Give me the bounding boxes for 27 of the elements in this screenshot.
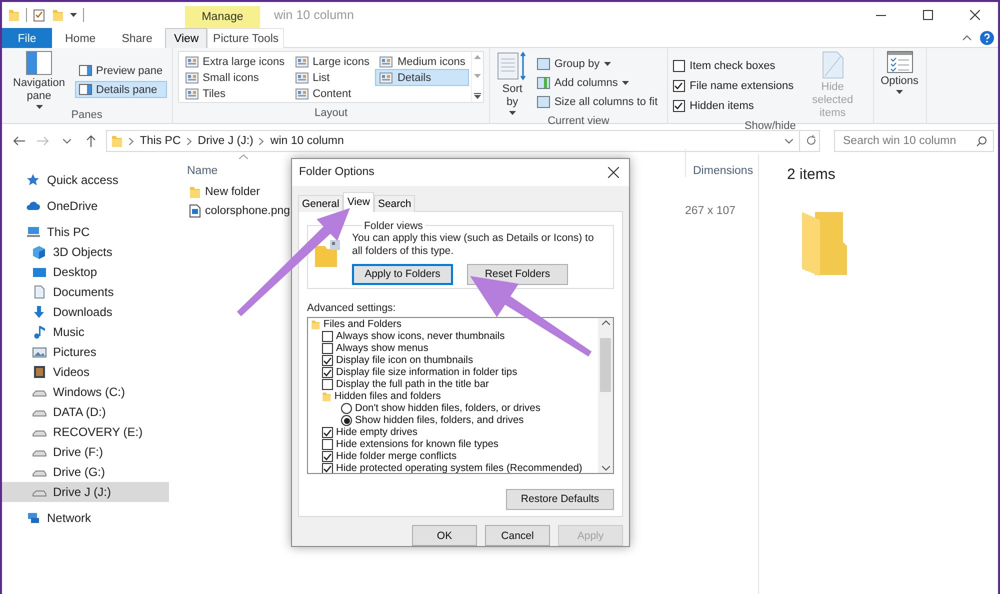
setting-label: Hide empty drives [336,427,418,438]
setting-label: Display the full path in the title bar [336,379,489,390]
setting-label: Display file size information in folder tips [336,367,518,378]
dialog-title: Folder Options [299,166,374,178]
setting-label: Always show icons, never thumbnails [336,331,505,342]
dialog-button: Apply [558,525,623,546]
file-name: colorsphone.png [205,204,290,216]
setting-label: Hide extensions for known file types [336,439,499,450]
dimensions-cell-text: 267 x 107 [684,204,736,216]
group-label: Current view [546,115,610,127]
contextual-group-label: Manage [185,6,260,28]
window-title: win 10 column [273,7,355,24]
folder-views-text: You can apply this view (such as Details or Icons) to all folders of this type. [352,232,595,258]
group-title: Folder views [363,220,424,232]
setting-label: Always show menus [336,343,428,354]
group-label: Hidden files and folders [334,391,441,402]
group-label: Layout [313,107,348,121]
group-label: Show/hide [743,120,797,132]
setting-label: Display file icon on thumbnails [336,355,474,366]
advanced-settings-label: Advanced settings: [307,302,397,314]
group-label: Panes [70,109,104,123]
group-label: Files and Folders [323,319,402,330]
setting-label: Show hidden files, folders, and drives [355,415,524,426]
setting-label: Hide folder merge conflicts [336,451,457,462]
file-name: New folder [205,186,260,198]
item-count: 2 items [787,166,836,183]
setting-label: Don't show hidden files, folders, or drives [355,403,540,414]
